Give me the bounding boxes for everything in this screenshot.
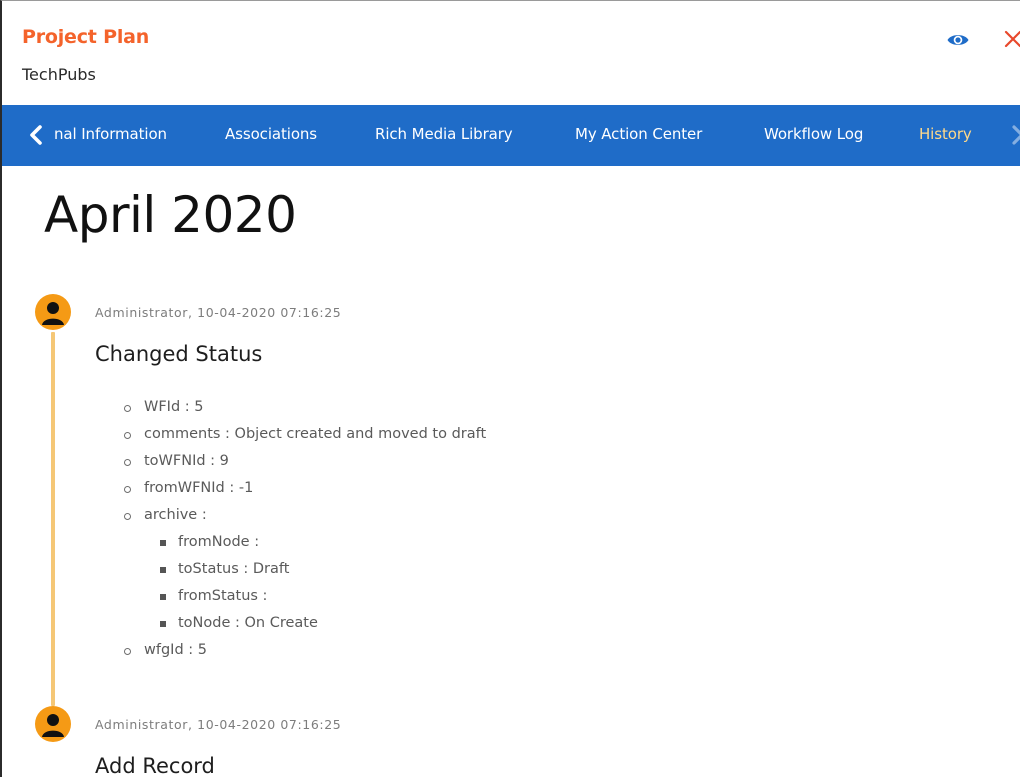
detail-text: comments : Object created and moved to d… [144, 426, 487, 442]
tab-my-action-center[interactable]: My Action Center [575, 125, 702, 143]
list-item: toWFNId : 9 [122, 448, 486, 475]
list-item: WFId : 5 [122, 394, 486, 421]
detail-text: toNode : On Create [178, 615, 318, 631]
circle-bullet-icon [124, 486, 131, 493]
detail-text: wfgId : 5 [144, 642, 207, 658]
detail-text: WFId : 5 [144, 399, 204, 415]
detail-list: WFId : 5 comments : Object created and m… [122, 394, 486, 664]
list-item: fromWFNId : -1 [122, 475, 486, 502]
entry-title: Changed Status [95, 342, 263, 366]
eye-icon[interactable] [946, 29, 970, 51]
history-entry: Administrator, 10-04-2020 07:16:25 Add R… [2, 702, 1020, 777]
month-heading: April 2020 [44, 186, 297, 244]
tab-associations[interactable]: Associations [225, 125, 317, 143]
nested-list-item: fromNode : [122, 529, 486, 556]
nested-list-item: toStatus : Draft [122, 556, 486, 583]
square-bullet-icon [160, 621, 166, 627]
panel-subtitle: TechPubs [22, 65, 96, 84]
history-entry: Administrator, 10-04-2020 07:16:25 Chang… [2, 290, 1020, 690]
close-icon[interactable] [1002, 27, 1020, 51]
user-avatar-icon [35, 706, 71, 742]
detail-text: fromStatus : [178, 588, 268, 604]
detail-text: archive : [144, 507, 207, 523]
panel-title: Project Plan [22, 26, 150, 48]
project-plan-panel: Project Plan TechPubs nal Information As… [0, 0, 1020, 777]
detail-text: toStatus : Draft [178, 561, 290, 577]
entry-meta: Administrator, 10-04-2020 07:16:25 [95, 305, 342, 320]
tab-bar: nal Information Associations Rich Media … [2, 105, 1020, 166]
tab-history[interactable]: History [919, 125, 972, 143]
chevron-right-icon[interactable] [1010, 123, 1020, 147]
nested-list-item: fromStatus : [122, 583, 486, 610]
user-avatar-icon [35, 294, 71, 330]
history-content: April 2020 Administrator, 10-04-2020 07:… [2, 166, 1020, 777]
list-item: wfgId : 5 [122, 637, 486, 664]
nested-list-item: toNode : On Create [122, 610, 486, 637]
detail-text: fromWFNId : -1 [144, 480, 254, 496]
square-bullet-icon [160, 567, 166, 573]
circle-bullet-icon [124, 513, 131, 520]
tab-general-information[interactable]: nal Information [54, 125, 167, 143]
circle-bullet-icon [124, 432, 131, 439]
circle-bullet-icon [124, 459, 131, 466]
tab-workflow-log[interactable]: Workflow Log [764, 125, 863, 143]
entry-title: Add Record [95, 754, 215, 777]
tab-rich-media-library[interactable]: Rich Media Library [375, 125, 513, 143]
panel-header: Project Plan TechPubs [2, 1, 1020, 105]
detail-text: toWFNId : 9 [144, 453, 229, 469]
list-item: comments : Object created and moved to d… [122, 421, 486, 448]
list-item: archive : [122, 502, 486, 529]
detail-text: fromNode : [178, 534, 260, 550]
circle-bullet-icon [124, 648, 131, 655]
entry-meta: Administrator, 10-04-2020 07:16:25 [95, 717, 342, 732]
chevron-left-icon[interactable] [26, 123, 46, 147]
square-bullet-icon [160, 594, 166, 600]
circle-bullet-icon [124, 405, 131, 412]
square-bullet-icon [160, 540, 166, 546]
